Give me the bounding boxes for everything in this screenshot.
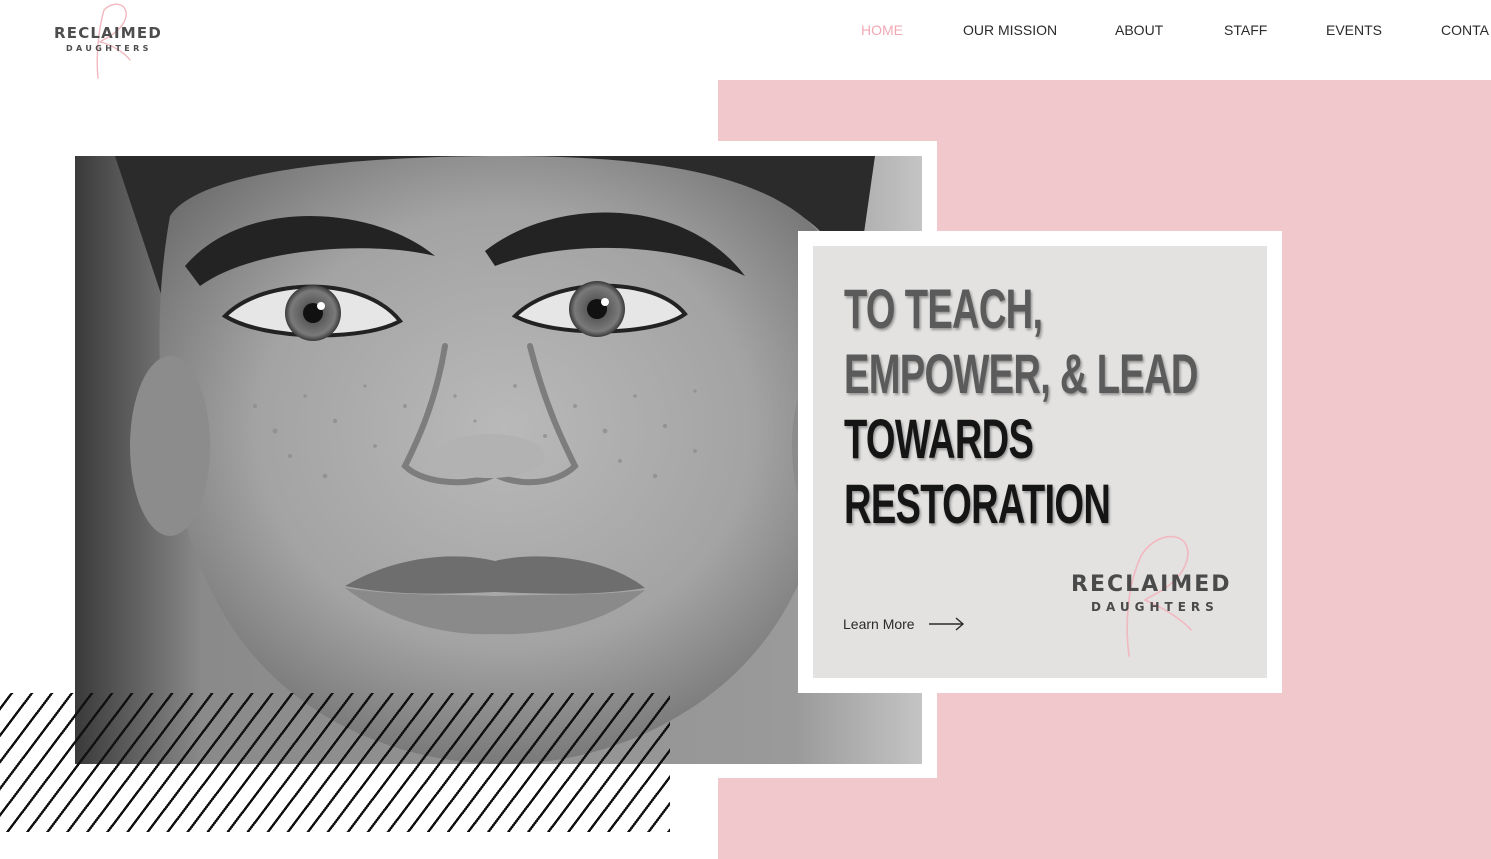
arrow-right-icon bbox=[928, 617, 964, 631]
hero-headline: TO TEACH, EMPOWER, & LEAD TOWARDS RESTOR… bbox=[844, 276, 1198, 536]
nav-item-home[interactable]: HOME bbox=[861, 22, 903, 38]
headline-line-2: EMPOWER, & LEAD bbox=[844, 342, 1198, 405]
learn-more-link[interactable]: Learn More bbox=[843, 613, 965, 635]
hero-card: TO TEACH, EMPOWER, & LEAD TOWARDS RESTOR… bbox=[813, 246, 1267, 678]
hero-portrait-photo bbox=[75, 156, 922, 764]
script-r-logo-icon bbox=[96, 3, 131, 79]
diagonal-stripe-pattern bbox=[0, 693, 670, 832]
headline-line-3: TOWARDS bbox=[844, 407, 1034, 470]
card-logo-wordmark-top: RECLAIMED bbox=[1071, 572, 1232, 597]
nav-item-staff[interactable]: STAFF bbox=[1224, 22, 1267, 38]
nav-item-our-mission[interactable]: OUR MISSION bbox=[963, 22, 1057, 38]
logo-wordmark-bottom: DAUGHTERS bbox=[66, 44, 152, 53]
learn-more-label: Learn More bbox=[843, 616, 915, 632]
nav-item-contact[interactable]: CONTA bbox=[1441, 22, 1489, 38]
nav-item-about[interactable]: ABOUT bbox=[1115, 22, 1163, 38]
portrait-image bbox=[75, 156, 922, 764]
nav-item-events[interactable]: EVENTS bbox=[1326, 22, 1382, 38]
headline-line-1: TO TEACH, bbox=[844, 277, 1043, 340]
logo-wordmark-top: RECLAIMED bbox=[54, 24, 162, 42]
card-logo: RECLAIMED DAUGHTERS bbox=[1071, 526, 1247, 661]
page: RECLAIMED DAUGHTERS HOME OUR MISSION ABO… bbox=[0, 0, 1491, 859]
card-logo-wordmark-bottom: DAUGHTERS bbox=[1091, 600, 1219, 614]
site-logo[interactable]: RECLAIMED DAUGHTERS bbox=[52, 3, 172, 79]
